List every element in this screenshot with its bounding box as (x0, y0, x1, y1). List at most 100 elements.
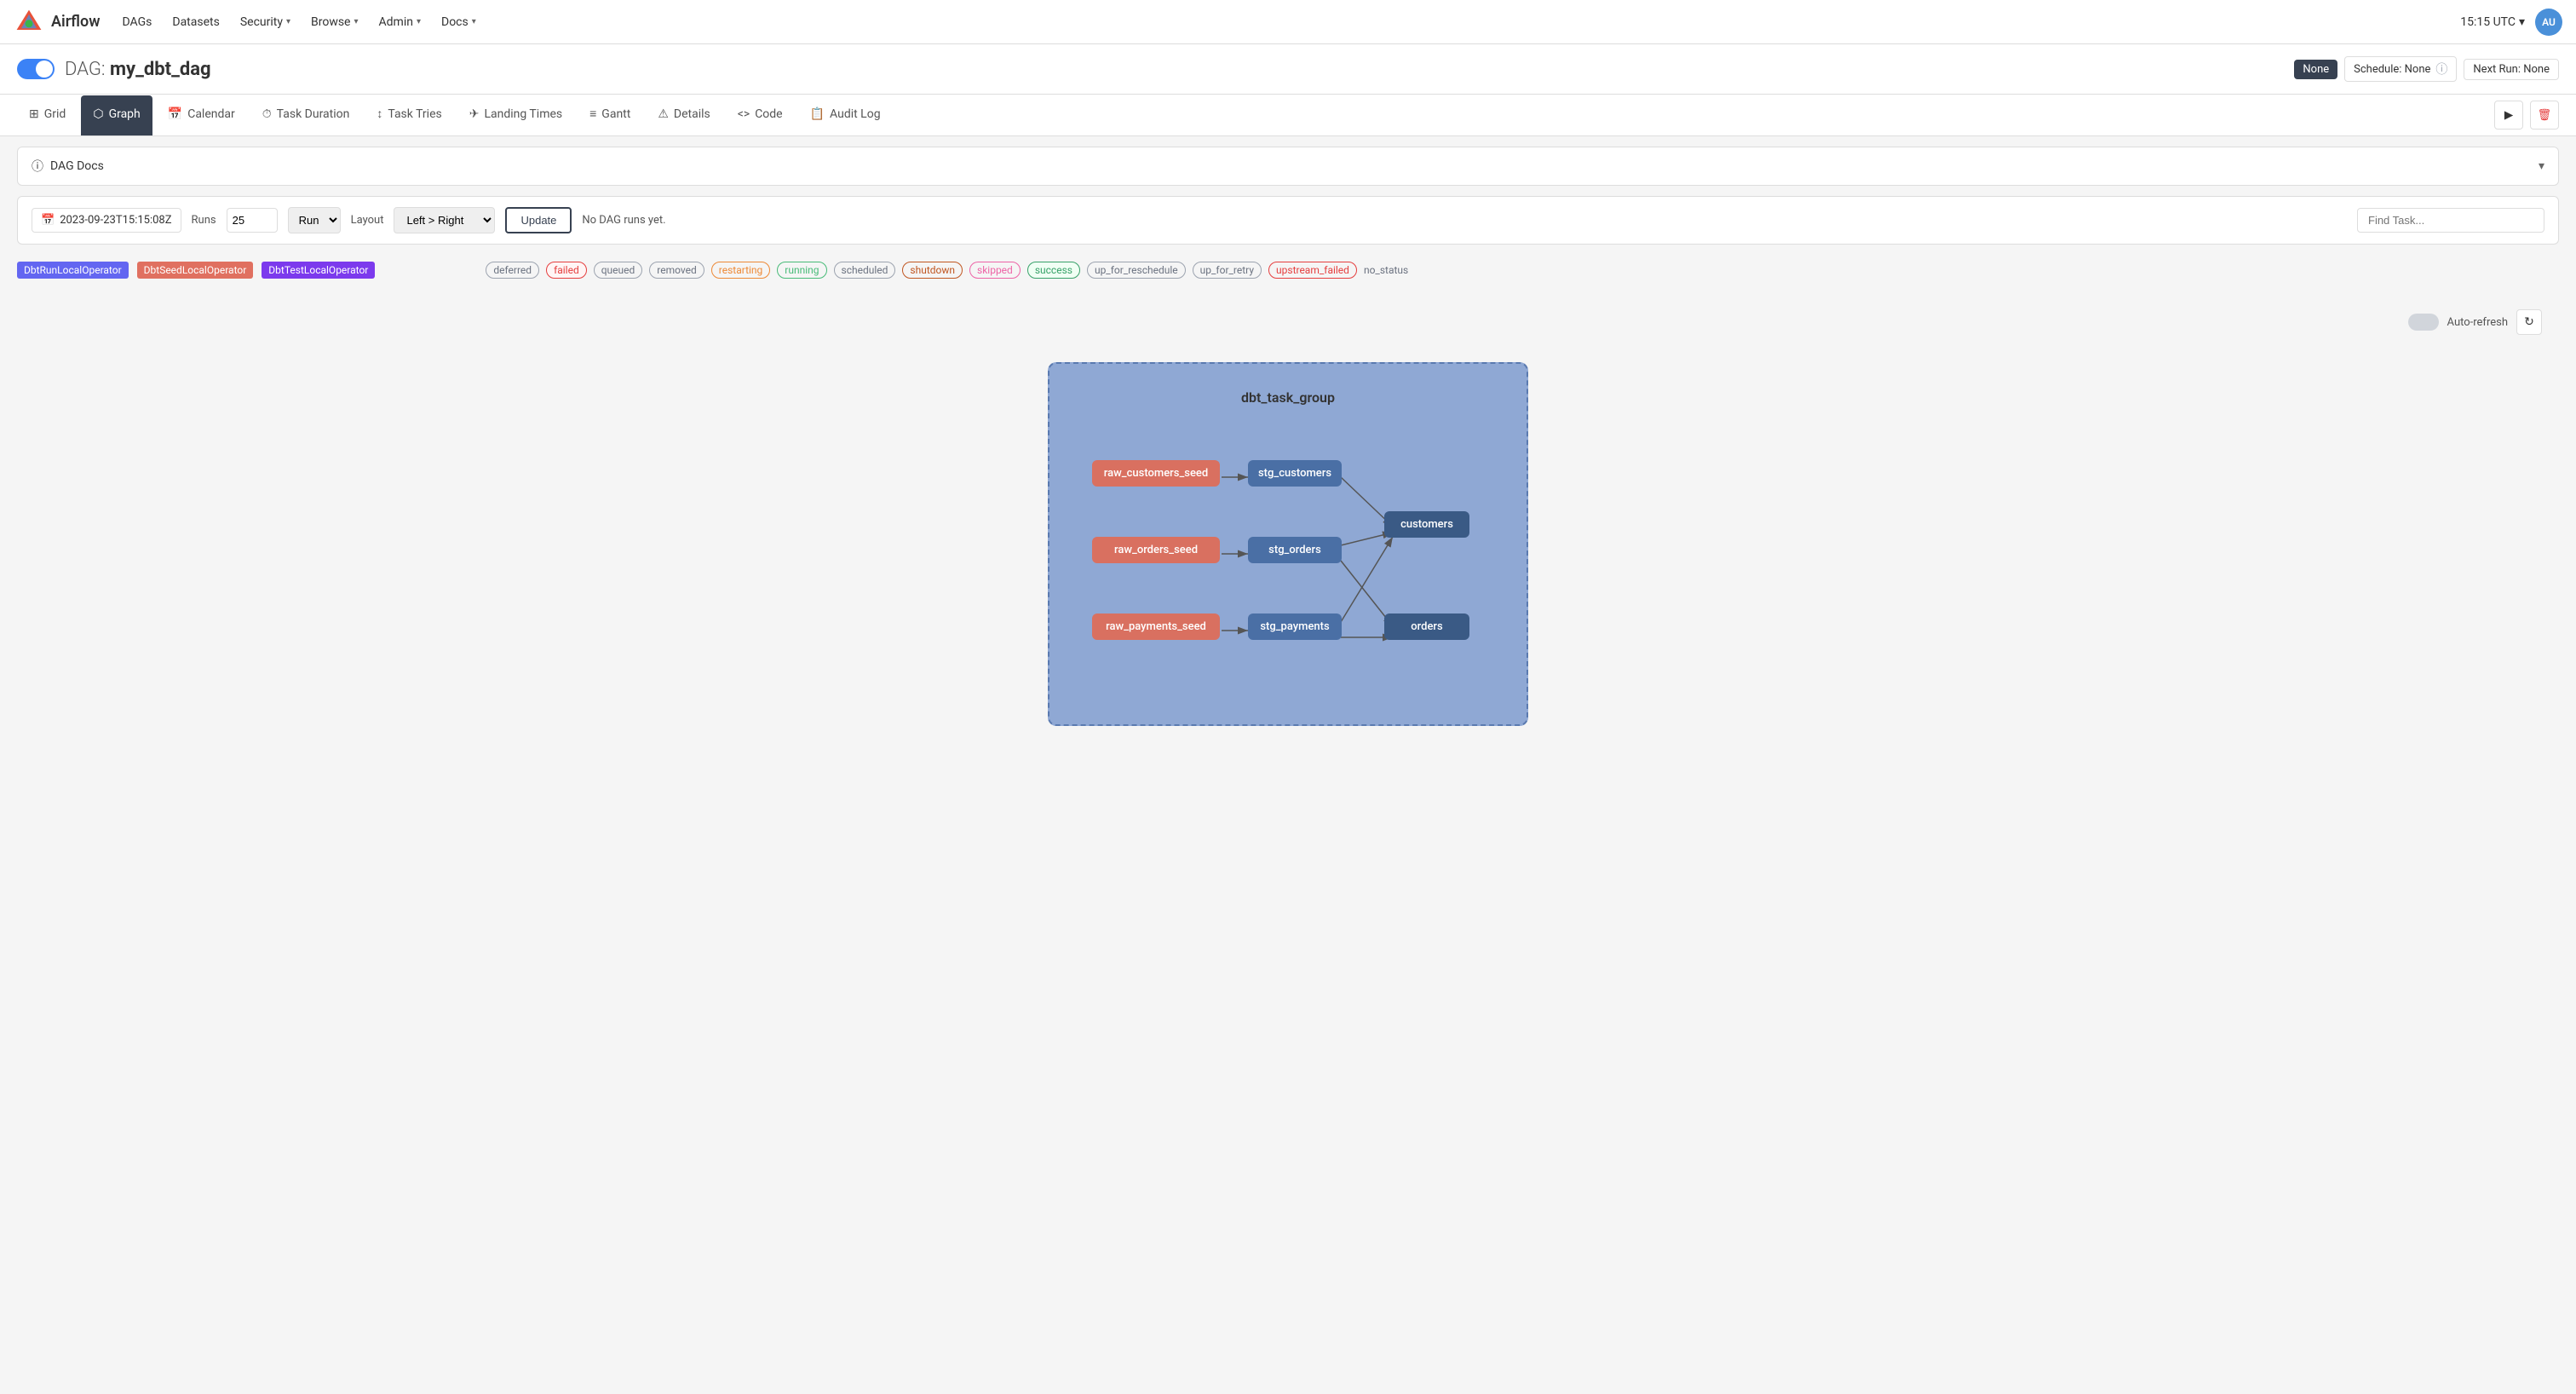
nav-datasets[interactable]: Datasets (164, 10, 227, 34)
grid-icon: ⊞ (29, 107, 39, 121)
gantt-icon: ≡ (589, 107, 596, 121)
code-icon: <> (738, 107, 750, 121)
status-running[interactable]: running (777, 262, 826, 279)
nav-admin[interactable]: Admin ▾ (371, 10, 429, 34)
auto-refresh-label: Auto-refresh (2447, 316, 2508, 329)
tab-calendar[interactable]: 📅 Calendar (156, 95, 247, 135)
play-button[interactable]: ▶ (2494, 101, 2523, 130)
dag-docs: ⓘ DAG Docs ▾ (17, 147, 2559, 186)
controls-bar: 📅 2023-09-23T15:15:08Z Runs Run Layout L… (17, 196, 2559, 245)
nav-security[interactable]: Security ▾ (232, 10, 299, 34)
dag-title: DAG: my_dbt_dag (65, 59, 211, 80)
navbar: Airflow DAGs Datasets Security ▾ Browse … (0, 0, 2576, 44)
graph-area: Auto-refresh ↻ dbt_task_group (17, 292, 2559, 777)
auto-refresh-toggle[interactable] (2408, 314, 2439, 331)
runs-label: Runs (192, 214, 216, 227)
landing-icon: ✈ (469, 107, 480, 121)
audit-icon: 📋 (810, 107, 825, 121)
brand-name: Airflow (51, 13, 101, 31)
status-shutdown[interactable]: shutdown (902, 262, 963, 279)
schedule-badge: None (2294, 60, 2337, 79)
status-deferred[interactable]: deferred (486, 262, 539, 279)
tab-graph[interactable]: ⬡ Graph (81, 95, 152, 135)
next-run: Next Run: None (2464, 59, 2559, 80)
node-stg-orders[interactable]: stg_orders (1248, 537, 1342, 563)
status-removed[interactable]: removed (649, 262, 704, 279)
layout-label: Layout (351, 214, 384, 227)
status-scheduled[interactable]: scheduled (834, 262, 896, 279)
nav-browse[interactable]: Browse ▾ (302, 10, 367, 34)
tab-task-duration[interactable]: ⏱ Task Duration (250, 95, 362, 135)
navbar-right: 15:15 UTC ▾ AU (2460, 9, 2562, 36)
run-select[interactable]: Run (288, 207, 341, 233)
find-task-input[interactable] (2357, 208, 2544, 233)
chevron-down-icon: ▾ (2519, 15, 2525, 29)
tab-audit-log[interactable]: 📋 Audit Log (798, 95, 893, 135)
user-avatar[interactable]: AU (2535, 9, 2562, 36)
node-stg-payments[interactable]: stg_payments (1248, 613, 1342, 640)
calendar-icon: 📅 (41, 214, 55, 227)
node-stg-customers[interactable]: stg_customers (1248, 460, 1342, 487)
dag-docs-title: ⓘ DAG Docs (32, 158, 104, 175)
status-skipped[interactable]: skipped (969, 262, 1021, 279)
tabs-bar: ⊞ Grid ⬡ Graph 📅 Calendar ⏱ Task Duratio… (0, 95, 2576, 136)
details-icon: ⚠ (658, 107, 669, 121)
airflow-logo (14, 7, 44, 37)
runs-input[interactable] (227, 208, 278, 233)
schedule-info: Schedule: None ⓘ (2344, 56, 2457, 82)
operator-badge-seed[interactable]: DbtSeedLocalOperator (137, 262, 254, 279)
delete-button[interactable]: 🗑 (2530, 101, 2559, 130)
brand[interactable]: Airflow (14, 7, 101, 37)
chevron-down-icon: ▾ (417, 17, 421, 26)
no-runs-text: No DAG runs yet. (582, 214, 665, 227)
chevron-down-icon: ▾ (354, 17, 358, 26)
status-upstream-failed[interactable]: upstream_failed (1268, 262, 1357, 279)
node-raw-orders-seed[interactable]: raw_orders_seed (1092, 537, 1220, 563)
dag-header: DAG: my_dbt_dag None Schedule: None ⓘ Ne… (0, 44, 2576, 95)
status-no-status: no_status (1364, 264, 1408, 276)
tab-details[interactable]: ⚠ Details (646, 95, 722, 135)
status-restarting[interactable]: restarting (711, 262, 771, 279)
info-icon: ⓘ (2435, 60, 2447, 78)
status-up-for-reschedule[interactable]: up_for_reschedule (1087, 262, 1186, 279)
status-queued[interactable]: queued (594, 262, 643, 279)
chevron-down-icon: ▾ (472, 17, 476, 26)
tab-task-tries[interactable]: ↕ Task Tries (365, 95, 453, 135)
status-up-for-retry[interactable]: up_for_retry (1193, 262, 1262, 279)
node-customers[interactable]: customers (1384, 511, 1469, 538)
tab-grid[interactable]: ⊞ Grid (17, 95, 78, 135)
update-button[interactable]: Update (505, 207, 572, 233)
date-input: 📅 2023-09-23T15:15:08Z (32, 208, 181, 233)
legend-bar: DbtRunLocalOperator DbtSeedLocalOperator… (17, 255, 2559, 285)
node-orders[interactable]: orders (1384, 613, 1469, 640)
graph-icon: ⬡ (93, 107, 103, 121)
layout-select[interactable]: Left > Right Top > Bottom (394, 207, 495, 233)
tabs-right: ▶ 🗑 (2494, 101, 2559, 130)
tab-landing-times[interactable]: ✈ Landing Times (457, 95, 574, 135)
status-badges: deferred failed queued removed restartin… (486, 262, 1408, 279)
dag-header-right: None Schedule: None ⓘ Next Run: None (2294, 56, 2559, 82)
operator-badge-run[interactable]: DbtRunLocalOperator (17, 262, 129, 279)
nav-dags[interactable]: DAGs (114, 10, 161, 34)
tab-code[interactable]: <> Code (726, 95, 795, 135)
chevron-down-icon: ▾ (286, 17, 290, 26)
node-raw-payments-seed[interactable]: raw_payments_seed (1092, 613, 1220, 640)
dag-docs-header[interactable]: ⓘ DAG Docs ▾ (18, 147, 2558, 185)
dag-title-area: DAG: my_dbt_dag (17, 59, 211, 80)
calendar-icon: 📅 (168, 107, 182, 121)
task-group-container: dbt_task_group (34, 345, 2542, 760)
chevron-down-icon: ▾ (2539, 159, 2544, 173)
node-raw-customers-seed[interactable]: raw_customers_seed (1092, 460, 1220, 487)
task-group-title: dbt_task_group (1084, 389, 1492, 406)
tab-gantt[interactable]: ≡ Gantt (578, 95, 642, 135)
refresh-button[interactable]: ↻ (2516, 309, 2542, 335)
operator-badge-test[interactable]: DbtTestLocalOperator (262, 262, 375, 279)
dag-toggle[interactable] (17, 59, 55, 79)
task-icon: ↕ (377, 107, 382, 121)
status-failed[interactable]: failed (546, 262, 587, 279)
info-icon: ⓘ (32, 158, 43, 175)
status-success[interactable]: success (1027, 262, 1080, 279)
clock-icon: ⏱ (262, 107, 272, 121)
time-display[interactable]: 15:15 UTC ▾ (2460, 15, 2525, 29)
nav-docs[interactable]: Docs ▾ (433, 10, 485, 34)
